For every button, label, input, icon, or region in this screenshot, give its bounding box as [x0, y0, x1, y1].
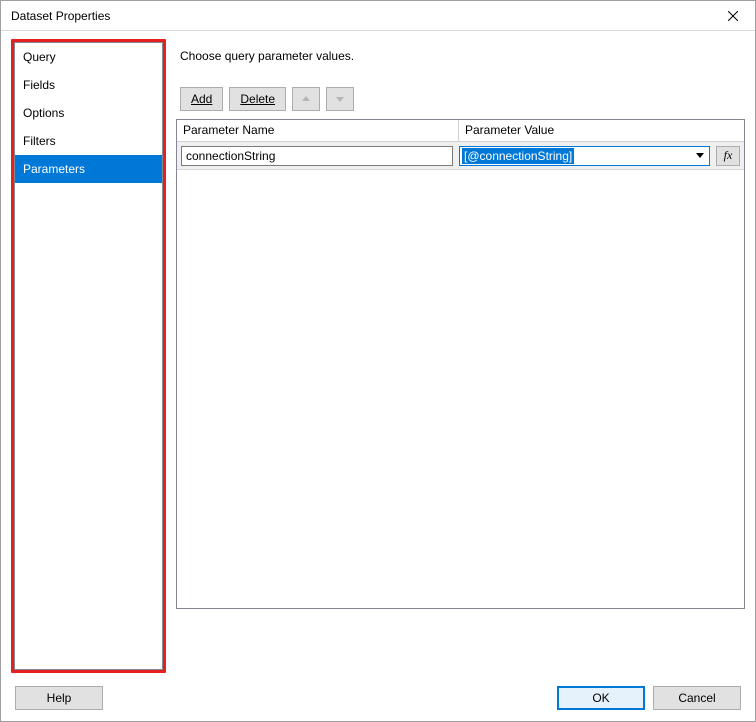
sidebar-item-options[interactable]: Options	[15, 99, 162, 127]
sidebar-item-filters[interactable]: Filters	[15, 127, 162, 155]
sidebar-item-label: Filters	[23, 134, 56, 148]
dialog-dataset-properties: Dataset Properties Query Fields Options …	[0, 0, 756, 722]
content-pane: Choose query parameter values. Add Delet…	[176, 39, 745, 673]
delete-button[interactable]: Delete	[229, 87, 286, 111]
cell-parameter-name	[181, 146, 453, 166]
grid-header: Parameter Name Parameter Value	[177, 120, 744, 142]
titlebar: Dataset Properties	[1, 1, 755, 31]
sidebar-item-parameters[interactable]: Parameters	[15, 155, 162, 183]
column-header-value[interactable]: Parameter Value	[459, 120, 744, 141]
sidebar: Query Fields Options Filters Parameters	[14, 42, 163, 670]
cancel-button-label: Cancel	[678, 691, 715, 705]
ok-button[interactable]: OK	[557, 686, 645, 710]
dialog-body: Query Fields Options Filters Parameters …	[1, 31, 755, 673]
add-button-label: Add	[191, 92, 212, 106]
ok-button-label: OK	[592, 691, 609, 705]
sidebar-item-query[interactable]: Query	[15, 43, 162, 71]
arrow-up-icon	[301, 94, 311, 104]
parameter-name-input[interactable]	[181, 146, 453, 166]
cell-parameter-value: [@connectionString]	[459, 146, 710, 166]
grid-empty-area	[177, 170, 744, 608]
arrow-down-icon	[335, 94, 345, 104]
help-button-label: Help	[47, 691, 72, 705]
combo-dropdown-button[interactable]	[691, 147, 709, 165]
close-button[interactable]	[710, 1, 755, 31]
parameter-value-combo[interactable]: [@connectionString]	[459, 146, 710, 166]
sidebar-item-label: Fields	[23, 78, 55, 92]
sidebar-item-label: Options	[23, 106, 64, 120]
toolbar: Add Delete	[176, 87, 745, 111]
grid-row: [@connectionString] fx	[177, 142, 744, 170]
combo-selected-text: [@connectionString]	[462, 148, 574, 164]
combo-selected: [@connectionString]	[460, 147, 691, 165]
help-button[interactable]: Help	[15, 686, 103, 710]
chevron-down-icon	[696, 153, 704, 158]
sidebar-item-label: Query	[23, 50, 56, 64]
close-icon	[728, 11, 738, 21]
move-up-button[interactable]	[292, 87, 320, 111]
sidebar-highlight-box: Query Fields Options Filters Parameters	[11, 39, 166, 673]
dialog-footer: Help OK Cancel	[1, 673, 755, 721]
move-down-button[interactable]	[326, 87, 354, 111]
page-heading: Choose query parameter values.	[176, 49, 745, 63]
sidebar-item-label: Parameters	[23, 162, 85, 176]
fx-icon: fx	[724, 148, 733, 163]
sidebar-item-fields[interactable]: Fields	[15, 71, 162, 99]
column-header-name[interactable]: Parameter Name	[177, 120, 459, 141]
add-button[interactable]: Add	[180, 87, 223, 111]
expression-button[interactable]: fx	[716, 146, 740, 166]
parameters-grid: Parameter Name Parameter Value [@connect…	[176, 119, 745, 609]
cancel-button[interactable]: Cancel	[653, 686, 741, 710]
window-title: Dataset Properties	[11, 9, 110, 23]
delete-button-label: Delete	[240, 92, 275, 106]
